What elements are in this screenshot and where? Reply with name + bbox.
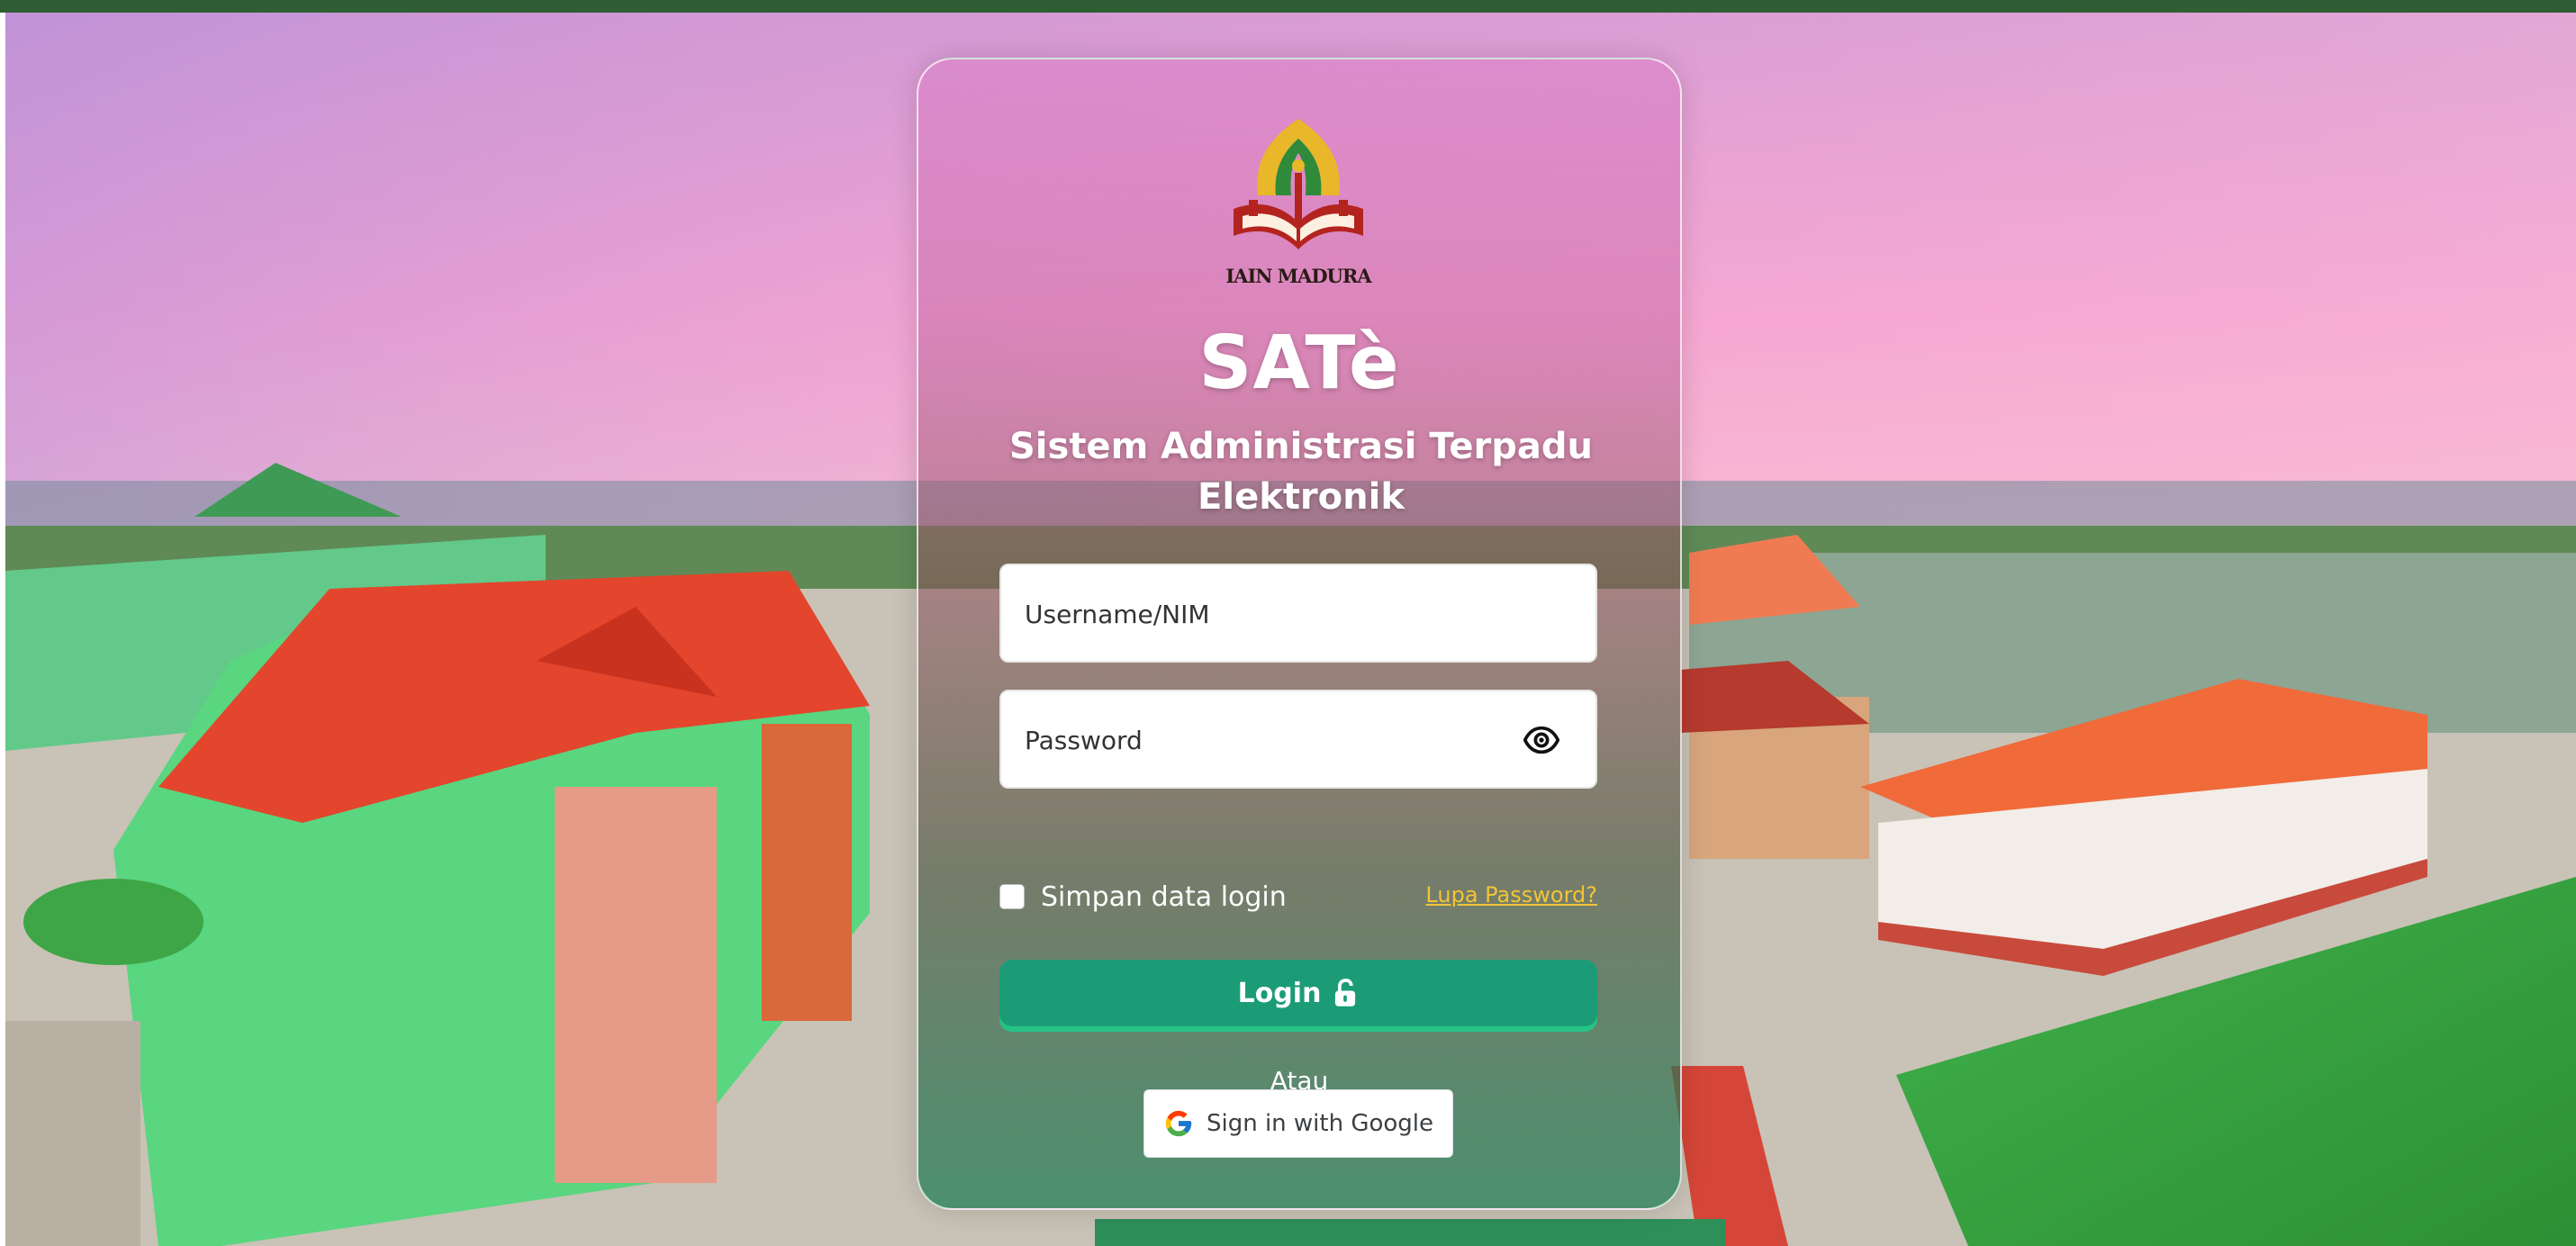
app-subtitle: Sistem Administrasi Terpadu Elektronik [1008,426,1593,518]
remember-login[interactable]: Simpan data login [999,879,1287,915]
remember-label: Simpan data login [1041,880,1287,913]
google-signin-label: Sign in with Google [1206,1110,1434,1137]
eye-icon[interactable] [1523,722,1559,758]
logo-text: IAIN MADURA [1225,265,1371,287]
username-input[interactable] [1023,565,1531,663]
unlock-icon [1335,979,1356,1007]
login-card: IAIN MADURA SATè Sistem Administrasi Ter… [917,58,1682,1210]
username-field[interactable] [999,564,1597,663]
iain-madura-logo [1234,119,1363,249]
login-button[interactable]: Login [999,960,1597,1026]
password-input[interactable] [1023,691,1531,789]
login-label: Login [1237,977,1322,1009]
remember-checkbox[interactable] [999,884,1025,909]
google-g-icon [1165,1110,1192,1137]
forgot-password-link[interactable]: Lupa Password? [1425,882,1597,907]
app-title: SATè [1198,321,1400,406]
google-signin-button[interactable]: Sign in with Google [1143,1089,1453,1158]
password-field[interactable] [999,690,1597,789]
top-accent-bar [0,0,2576,13]
